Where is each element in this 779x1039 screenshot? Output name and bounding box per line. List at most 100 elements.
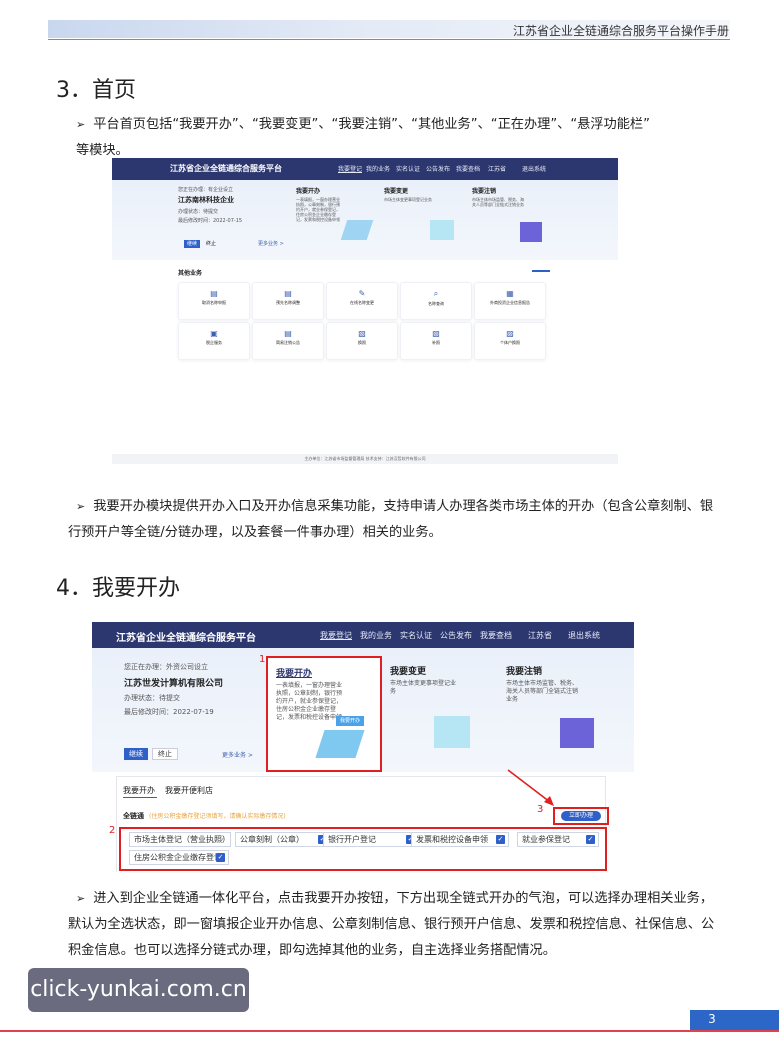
- card-open-highlighted[interactable]: 1 我要开办 一表填报，一窗办理营业执照，公章刻制，银行预约开户，就业参保登记，…: [259, 654, 382, 772]
- nav-item-announce[interactable]: 公告发布: [426, 164, 450, 173]
- para-line: 我要开办模块提供开办入口及开办信息采集功能，支持申请人办理各类市场主体的开办（包…: [93, 499, 714, 514]
- license-icon: ▧: [358, 329, 366, 338]
- card-cancel[interactable]: 我要注销 市场主体市场监管、税务、海关人员等部门全链式注销业务: [506, 664, 616, 764]
- nav-item-realname[interactable]: 实名认证: [396, 164, 420, 173]
- card-change[interactable]: 我要变更 市场主体变更事项登记业务: [384, 186, 464, 256]
- option-bank-account[interactable]: 银行开户登记✓: [323, 832, 419, 847]
- status-line: 办理状态：待提交: [178, 209, 219, 215]
- continue-button[interactable]: 继续: [184, 240, 200, 248]
- hint-text: (住房公积金缴存登记须填写，请确认实际缴存情况): [149, 813, 286, 820]
- in-progress-panel: 您正在办理：外资公司设立 江苏世发计算机有限公司 办理状态：待提交 最后修改时间…: [124, 662, 254, 762]
- other-item[interactable]: ▤ 简易注销公告: [252, 322, 324, 360]
- other-item-label: 外商投资企业信息报告: [490, 300, 530, 305]
- option-seal-engraving[interactable]: 公章刻制（公章）✓: [235, 832, 331, 847]
- option-label: 公章刻制（公章）: [240, 835, 304, 844]
- card-desc: 市场主体变更事项登记业务: [390, 680, 457, 695]
- option-social-insurance[interactable]: 就业参保登记 ✓: [517, 832, 599, 847]
- footer-rule: [0, 1030, 779, 1032]
- homepage-screenshot: 江苏省企业全链通综合服务平台 我要登记 我的业务 实名认证 公告发布 我要查档 …: [112, 158, 618, 470]
- hero-area: 您正在办理：有企业设立 江苏南林科技企业 办理状态：待提交 最后修改时间：202…: [112, 180, 618, 260]
- bullet-arrow-icon: ➢: [76, 118, 86, 131]
- nav-item-register[interactable]: 我要登记: [338, 164, 362, 173]
- checkbox-checked-icon[interactable]: ✓: [586, 835, 595, 844]
- section-4-heading: 4．我要开办: [56, 576, 180, 601]
- nav-item-my-business[interactable]: 我的业务: [360, 630, 392, 641]
- other-item[interactable]: ▤ 预先名称调整: [252, 282, 324, 320]
- more-link[interactable]: 更多业务 >: [222, 750, 253, 759]
- status-label: 您正在办理：外资公司设立: [124, 663, 208, 671]
- card-open[interactable]: 我要开办 一表填报，一窗办理营业执照，公章刻制，银行预约开户，就业参保登记，住房…: [296, 186, 376, 256]
- other-item-label: 取消名称申报: [202, 300, 226, 305]
- person-icon: ▨: [506, 329, 514, 338]
- other-item-label: 换照: [358, 340, 366, 345]
- blocks-illustration-icon: [430, 220, 454, 240]
- para-line: 行预开户等全链/分链办理，以及套餐一件事办理）相关的业务。: [68, 525, 442, 540]
- stop-button[interactable]: 终止: [206, 240, 216, 247]
- briefcase-icon: ▣: [210, 329, 218, 338]
- card-title: 我要变更: [390, 667, 427, 677]
- bullet-arrow-icon: ➢: [76, 500, 86, 513]
- card-desc: 一表填报，一窗办理营业执照，公章刻制，银行预约开户，就业参保登记，住房公积金企业…: [296, 197, 340, 222]
- para-line: 平台首页包括“我要开办”、“我要变更”、“我要注销”、“其他业务”、“正在办理”…: [93, 117, 650, 132]
- carousel-indicator[interactable]: [532, 270, 550, 272]
- nav-item-logout[interactable]: 退出系统: [568, 630, 600, 641]
- tab-open-business[interactable]: 我要开办: [123, 785, 155, 796]
- other-item[interactable]: ▤ 取消名称申报: [178, 282, 250, 320]
- license-icon: ▧: [432, 329, 440, 338]
- other-item[interactable]: ▧ 换照: [326, 322, 398, 360]
- callout-number-1: 1: [259, 654, 266, 665]
- other-item[interactable]: ▦ 外商投资企业信息报告: [474, 282, 546, 320]
- checkbox-checked-icon[interactable]: ✓: [216, 853, 225, 862]
- other-item[interactable]: ▣ 税企服务: [178, 322, 250, 360]
- para-line: 默认为全选状态，即一窗填报企业开办信息、公章刻制信息、银行预开户信息、发票和税控…: [68, 917, 715, 932]
- apply-now-button[interactable]: 立即办理: [561, 811, 601, 821]
- section-3-paragraph-1: ➢ 平台首页包括“我要开办”、“我要变更”、“我要注销”、“其他业务”、“正在办理…: [76, 112, 736, 164]
- other-item[interactable]: ✎ 在线名称变更: [326, 282, 398, 320]
- nav-item-register[interactable]: 我要登记: [320, 630, 352, 641]
- modified-time: 最后修改时间：2022-07-15: [178, 218, 243, 224]
- para-line: 积金信息。也可以选择分链式办理，即勾选掉其他的业务，自主选择业务搭配情况。: [68, 943, 556, 958]
- nav-item-logout[interactable]: 退出系统: [522, 164, 546, 173]
- option-label: 市场主体登记（营业执照）: [134, 835, 230, 844]
- document-icon: ▤: [210, 289, 218, 298]
- card-desc: 市场主体变更事项登记业务: [384, 197, 432, 202]
- company-name: 江苏南林科技企业: [178, 196, 234, 204]
- other-item-label: 在线名称变更: [350, 300, 374, 305]
- other-business-title: 其他业务: [178, 270, 203, 277]
- callout-number-2: 2: [109, 825, 116, 836]
- checkbox-checked-icon[interactable]: ✓: [496, 835, 505, 844]
- nav-item-archive[interactable]: 我要查档: [456, 164, 480, 173]
- page-number: 3: [708, 1012, 716, 1026]
- site-footer-text: 主办单位：江苏省市场监督管理局 技术支持：江苏汉哲软件有限公司: [304, 456, 426, 461]
- nav-item-archive[interactable]: 我要查档: [480, 630, 512, 641]
- box-illustration-icon: [520, 222, 542, 242]
- blocks-illustration-icon: [434, 716, 470, 748]
- computer-illustration-icon: [340, 220, 374, 240]
- nav-item-announce[interactable]: 公告发布: [440, 630, 472, 641]
- card-cancel[interactable]: 我要注销 市场主体市场监管、税务、海关人员等部门全链式注销业务: [472, 186, 552, 256]
- tab-open-store[interactable]: 我要开便利店: [165, 785, 213, 796]
- card-desc: 一表填报，一窗办理营业执照，公章刻制，银行预约开户，就业参保登记，住房公积金企业…: [276, 682, 343, 721]
- other-item-label: 个体户换照: [500, 340, 520, 345]
- other-item[interactable]: ⌕ 名称查询: [400, 282, 472, 320]
- notice-icon: ▤: [284, 329, 292, 338]
- nav-item-province[interactable]: 江苏省: [488, 164, 506, 173]
- hero-area: 您正在办理：外资公司设立 江苏世发计算机有限公司 办理状态：待提交 最后修改时间…: [92, 648, 634, 772]
- nav-item-my-business[interactable]: 我的业务: [366, 164, 390, 173]
- other-item[interactable]: ▧ 补照: [400, 322, 472, 360]
- section-4-paragraph: ➢ 进入到企业全链通一体化平台，点击我要开办按钮，下方出现全链式开办的气泡，可以选…: [68, 886, 736, 964]
- option-label: 住房公积金企业缴存登记: [134, 853, 222, 862]
- continue-button[interactable]: 继续: [124, 748, 148, 760]
- nav-item-province[interactable]: 江苏省: [528, 630, 552, 641]
- option-housing-fund[interactable]: 住房公积金企业缴存登记 ✓: [129, 850, 229, 865]
- option-market-registration[interactable]: 市场主体登记（营业执照） ✓: [129, 832, 231, 847]
- more-link[interactable]: 更多业务 >: [258, 240, 284, 247]
- stop-button[interactable]: 终止: [152, 748, 178, 760]
- para-line: 等模块。: [76, 143, 129, 158]
- card-change[interactable]: 我要变更 市场主体变更事项登记业务: [390, 664, 490, 764]
- option-invoice-tax[interactable]: 发票和税控设备申领 ✓: [411, 832, 509, 847]
- other-item[interactable]: ▨ 个体户换照: [474, 322, 546, 360]
- modified-time: 最后修改时间：2022-07-19: [124, 708, 214, 716]
- nav-item-realname[interactable]: 实名认证: [400, 630, 432, 641]
- section-3-paragraph-2: ➢ 我要开办模块提供开办入口及开办信息采集功能，支持申请人办理各类市场主体的开办（…: [68, 494, 736, 546]
